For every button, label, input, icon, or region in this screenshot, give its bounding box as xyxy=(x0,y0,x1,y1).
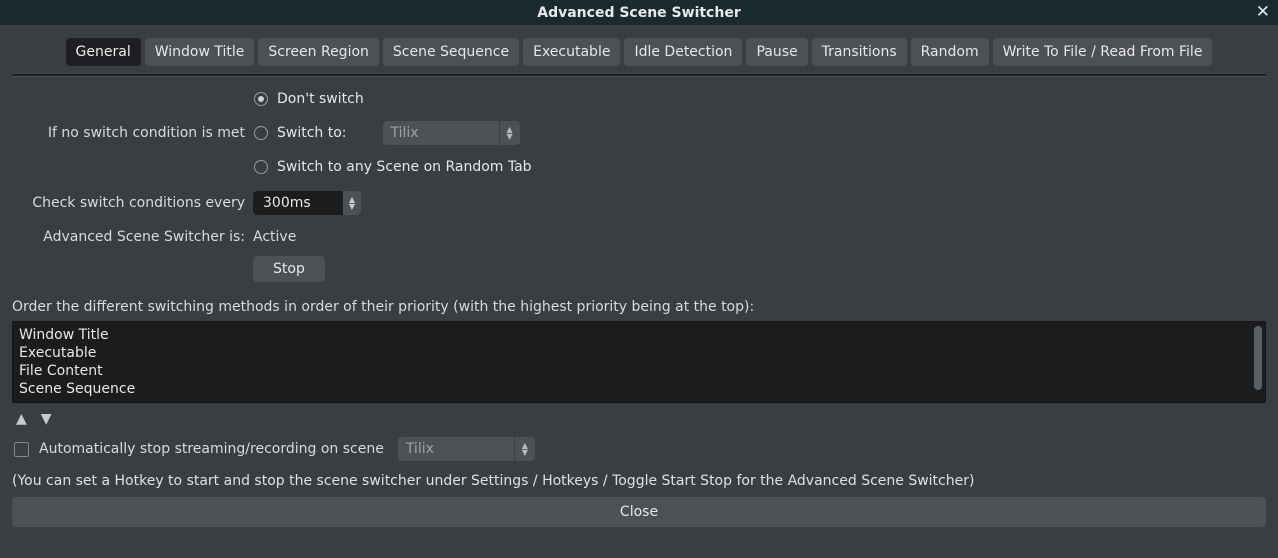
window-title: Advanced Scene Switcher xyxy=(537,5,740,21)
radio-dont-switch[interactable] xyxy=(254,92,268,106)
status-label: Advanced Scene Switcher is: xyxy=(20,229,245,245)
hotkey-note: (You can set a Hotkey to start and stop … xyxy=(12,473,1266,489)
move-up-icon[interactable]: ▲ xyxy=(16,411,27,427)
tab-scene-sequence[interactable]: Scene Sequence xyxy=(383,38,519,66)
tab-pause[interactable]: Pause xyxy=(746,38,807,66)
tab-idle-detection[interactable]: Idle Detection xyxy=(624,38,742,66)
spin-buttons[interactable]: ▲ ▼ xyxy=(343,191,361,215)
order-label: Order the different switching methods in… xyxy=(12,299,1266,315)
list-item[interactable]: Scene Sequence xyxy=(19,380,1259,398)
list-item[interactable]: File Content xyxy=(19,362,1259,380)
check-every-spin[interactable]: 300ms ▲ ▼ xyxy=(253,191,361,215)
list-item[interactable]: Window Title xyxy=(19,326,1259,344)
priority-list[interactable]: Window Title Executable File Content Sce… xyxy=(12,321,1266,403)
switch-to-combo[interactable]: Tilix ▲ ▼ xyxy=(383,121,520,145)
option-switch-to: Switch to: xyxy=(277,125,347,141)
combo-spinner-icon[interactable]: ▲ ▼ xyxy=(514,437,535,461)
chevron-down-icon: ▼ xyxy=(522,449,528,456)
stop-button[interactable]: Stop xyxy=(253,256,325,282)
tab-write-file[interactable]: Write To File / Read From File xyxy=(993,38,1213,66)
tabs: General Window Title Screen Region Scene… xyxy=(10,38,1268,66)
switch-to-value: Tilix xyxy=(383,121,499,145)
chevron-down-icon: ▼ xyxy=(506,133,512,140)
tab-window-title[interactable]: Window Title xyxy=(145,38,255,66)
tab-random[interactable]: Random xyxy=(911,38,989,66)
chevron-down-icon: ▼ xyxy=(349,203,355,210)
close-button[interactable]: Close xyxy=(12,497,1266,527)
close-icon[interactable]: ✕ xyxy=(1256,2,1270,22)
tab-transitions[interactable]: Transitions xyxy=(812,38,907,66)
tab-general[interactable]: General xyxy=(66,38,141,66)
tab-executable[interactable]: Executable xyxy=(523,38,620,66)
radio-switch-to[interactable] xyxy=(254,126,268,140)
radio-switch-random[interactable] xyxy=(254,160,268,174)
autostop-value: Tilix xyxy=(398,437,514,461)
tab-screen-region[interactable]: Screen Region xyxy=(258,38,379,66)
option-dont-switch: Don't switch xyxy=(277,91,364,107)
check-every-value: 300ms xyxy=(253,191,343,215)
status-value: Active xyxy=(253,229,296,245)
autostop-checkbox[interactable] xyxy=(14,442,29,457)
autostop-label: Automatically stop streaming/recording o… xyxy=(39,441,384,457)
scrollbar[interactable] xyxy=(1254,326,1262,390)
move-down-icon[interactable]: ▼ xyxy=(41,411,52,427)
combo-spinner-icon[interactable]: ▲ ▼ xyxy=(499,121,520,145)
separator xyxy=(12,74,1266,77)
autostop-combo[interactable]: Tilix ▲ ▼ xyxy=(398,437,535,461)
list-item[interactable]: Executable xyxy=(19,344,1259,362)
no-switch-label: If no switch condition is met xyxy=(20,125,245,141)
check-every-label: Check switch conditions every xyxy=(20,195,245,211)
option-switch-random: Switch to any Scene on Random Tab xyxy=(277,159,532,175)
